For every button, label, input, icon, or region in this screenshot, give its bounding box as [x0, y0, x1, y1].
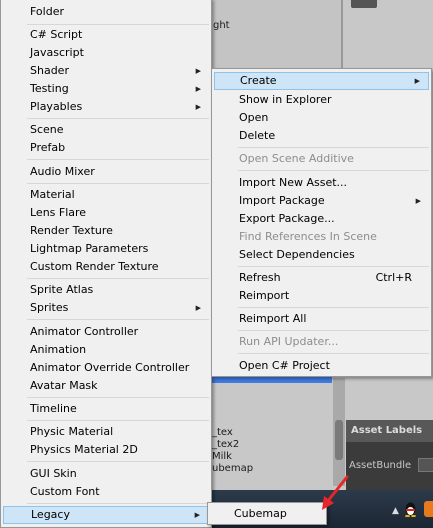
- menu-item-import-package[interactable]: Import Package ▶: [214, 192, 429, 210]
- menu-item-lightmap-parameters[interactable]: Lightmap Parameters: [3, 240, 209, 258]
- menu-item-testing[interactable]: Testing ▶: [3, 80, 209, 98]
- menu-item-open-csharp-project[interactable]: Open C# Project: [214, 357, 429, 375]
- project-context-menu: Create ▶ Show in Explorer Open Delete Ope…: [211, 68, 432, 377]
- asset-item[interactable]: _tex2: [212, 439, 239, 450]
- asset-item[interactable]: Milk: [212, 451, 232, 462]
- menu-separator: [238, 147, 429, 148]
- menu-item-reimport[interactable]: Reimport: [214, 287, 429, 305]
- menu-item-create[interactable]: Create ▶: [214, 72, 429, 90]
- menu-item-reimport-all[interactable]: Reimport All: [214, 310, 429, 328]
- menu-separator: [27, 461, 209, 462]
- menu-item-select-dependencies[interactable]: Select Dependencies: [214, 246, 429, 264]
- menu-item-open[interactable]: Open: [214, 109, 429, 127]
- menu-separator: [238, 266, 429, 267]
- submenu-arrow-icon: ▶: [195, 67, 201, 75]
- menu-item-playables[interactable]: Playables ▶: [3, 98, 209, 116]
- menu-item-open-scene-additive: Open Scene Additive: [239, 152, 354, 165]
- menu-item-custom-font[interactable]: Custom Font: [3, 483, 209, 501]
- menu-item-javascript[interactable]: Javascript: [3, 44, 209, 62]
- asset-bundle-dropdown[interactable]: [418, 458, 433, 472]
- menu-item-animator-controller[interactable]: Animator Controller: [3, 323, 209, 341]
- menu-item-legacy[interactable]: Legacy ▶: [3, 506, 209, 524]
- scrollbar-thumb[interactable]: [335, 420, 343, 460]
- menu-item-sprite-atlas[interactable]: Sprite Atlas: [3, 281, 209, 299]
- menu-item-find-references-in-scene: Find References In Scene: [239, 230, 377, 243]
- menu-item-run-api-updater: Run API Updater...: [239, 335, 339, 348]
- menu-separator: [238, 330, 429, 331]
- menu-item-lens-flare[interactable]: Lens Flare: [3, 204, 209, 222]
- menu-separator: [27, 278, 209, 279]
- tray-app-icon[interactable]: [424, 501, 433, 517]
- asset-bundle-label: AssetBundle: [349, 460, 412, 471]
- submenu-arrow-icon: ▶: [415, 197, 421, 205]
- refresh-shortcut: Ctrl+R: [375, 271, 412, 284]
- menu-item-material[interactable]: Material: [3, 186, 209, 204]
- menu-item-timeline[interactable]: Timeline: [3, 400, 209, 418]
- menu-item-render-texture[interactable]: Render Texture: [3, 222, 209, 240]
- tray-expand-icon[interactable]: ▲: [392, 506, 399, 516]
- menu-item-physic-material[interactable]: Physic Material: [3, 423, 209, 441]
- menu-separator: [27, 24, 209, 25]
- create-submenu: Folder C# Script Javascript Shader ▶ Test…: [0, 0, 212, 528]
- menu-item-animator-override-controller[interactable]: Animator Override Controller: [3, 359, 209, 377]
- submenu-arrow-icon: ▶: [195, 304, 201, 312]
- menu-item-scene[interactable]: Scene: [3, 121, 209, 139]
- submenu-arrow-icon: ▶: [195, 103, 201, 111]
- scene-panel: [212, 0, 342, 70]
- menu-item-physics-material-2d[interactable]: Physics Material 2D: [3, 441, 209, 459]
- legacy-submenu: Cubemap: [207, 502, 327, 525]
- menu-item-prefab[interactable]: Prefab: [3, 139, 209, 157]
- menu-separator: [238, 307, 429, 308]
- menu-separator: [27, 159, 209, 160]
- menu-item-sprites[interactable]: Sprites ▶: [3, 299, 209, 317]
- asset-item[interactable]: _tex: [212, 427, 233, 438]
- menu-separator: [27, 183, 209, 184]
- menu-separator: [27, 118, 209, 119]
- menu-item-folder[interactable]: Folder: [3, 3, 209, 21]
- menu-separator: [238, 170, 429, 171]
- asset-item[interactable]: ubemap: [212, 463, 253, 474]
- menu-separator: [238, 353, 429, 354]
- submenu-arrow-icon: ▶: [414, 77, 420, 85]
- qq-penguin-icon[interactable]: [404, 501, 417, 517]
- menu-item-cubemap[interactable]: Cubemap: [210, 505, 324, 523]
- bg-fragment: ght: [213, 20, 230, 31]
- menu-separator: [27, 319, 209, 320]
- menu-item-gui-skin[interactable]: GUI Skin: [3, 465, 209, 483]
- menu-separator: [27, 503, 209, 504]
- menu-item-import-new-asset[interactable]: Import New Asset...: [214, 174, 429, 192]
- menu-item-delete[interactable]: Delete: [214, 127, 429, 145]
- submenu-arrow-icon: ▶: [194, 511, 200, 519]
- menu-item-custom-render-texture[interactable]: Custom Render Texture: [3, 258, 209, 276]
- panel-divider: [341, 0, 343, 70]
- menu-item-avatar-mask[interactable]: Avatar Mask: [3, 377, 209, 395]
- selection-bar: [212, 377, 332, 383]
- submenu-arrow-icon: ▶: [195, 85, 201, 93]
- menu-item-refresh[interactable]: Refresh Ctrl+R: [214, 269, 429, 287]
- menu-item-animation[interactable]: Animation: [3, 341, 209, 359]
- menu-item-shader[interactable]: Shader ▶: [3, 62, 209, 80]
- menu-item-export-package[interactable]: Export Package...: [214, 210, 429, 228]
- menu-item-audio-mixer[interactable]: Audio Mixer: [3, 163, 209, 181]
- toolbar-button[interactable]: [351, 0, 377, 8]
- asset-labels-header: Asset Labels: [346, 420, 433, 442]
- menu-item-show-in-explorer[interactable]: Show in Explorer: [214, 91, 429, 109]
- menu-separator: [27, 420, 209, 421]
- menu-separator: [27, 397, 209, 398]
- menu-item-csharp-script[interactable]: C# Script: [3, 26, 209, 44]
